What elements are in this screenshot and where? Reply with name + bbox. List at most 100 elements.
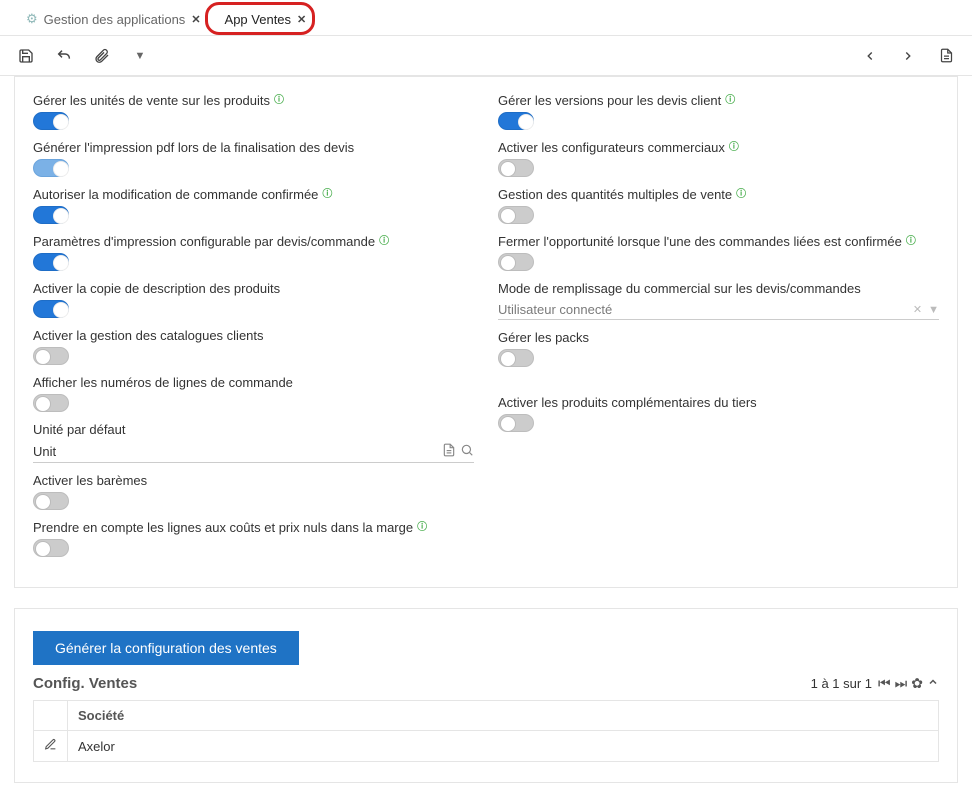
toggle-switch[interactable] [498, 112, 534, 130]
setting-field: Générer l'impression pdf lors de la fina… [33, 140, 474, 177]
settings-panel: Gérer les unités de vente sur les produi… [14, 76, 958, 588]
setting-label: Gestion des quantités multiples de vente… [498, 187, 939, 202]
content-area: Gérer les unités de vente sur les produi… [14, 76, 958, 806]
toggle-switch[interactable] [33, 300, 69, 318]
setting-field: Gérer les versions pour les devis client… [498, 93, 939, 130]
pager-last-icon[interactable]: ⏭ [895, 675, 908, 692]
pager-first-icon[interactable]: ⏮ [878, 675, 891, 692]
setting-label: Unité par défaut [33, 422, 474, 437]
tab-app-ventes[interactable]: App Ventes ✕ [213, 4, 319, 35]
info-icon[interactable]: ⓘ [322, 190, 332, 200]
setting-label: Afficher les numéros de lignes de comman… [33, 375, 474, 390]
toggle-switch[interactable] [33, 253, 69, 271]
tab-label: App Ventes [225, 12, 292, 27]
tab-label: Gestion des applications [44, 12, 186, 27]
caret-down-icon[interactable]: ▼ [928, 304, 939, 316]
undo-icon[interactable] [52, 44, 76, 68]
info-icon[interactable]: ⓘ [274, 96, 284, 106]
toggle-switch[interactable] [33, 539, 69, 557]
toggle-switch[interactable] [33, 492, 69, 510]
clear-icon[interactable]: ✕ [913, 303, 922, 316]
toggle-switch[interactable] [33, 394, 69, 412]
text-input-row [33, 441, 474, 463]
setting-label: Fermer l'opportunité lorsque l'une des c… [498, 234, 939, 249]
toolbar-right [858, 44, 958, 68]
setting-field: Activer la copie de description des prod… [33, 281, 474, 318]
info-icon[interactable]: ⓘ [906, 237, 916, 247]
setting-field: Activer les produits complémentaires du … [498, 395, 939, 432]
setting-field: Gérer les unités de vente sur les produi… [33, 93, 474, 130]
text-input[interactable] [33, 444, 442, 459]
toggle-switch[interactable] [498, 414, 534, 432]
settings-column-left: Gérer les unités de vente sur les produi… [33, 93, 474, 567]
setting-label: Autoriser la modification de commande co… [33, 187, 474, 202]
pager-text: 1 à 1 sur 1 [811, 676, 872, 691]
setting-field: Activer les configurateurs commerciauxⓘ [498, 140, 939, 177]
section-title: Config. Ventes [33, 675, 811, 692]
info-icon[interactable]: ⓘ [379, 237, 389, 247]
tab-bar: ⚙ Gestion des applications ✕ App Ventes … [0, 0, 972, 36]
setting-label: Paramètres d'impression configurable par… [33, 234, 474, 249]
generate-config-button[interactable]: Générer la configuration des ventes [33, 631, 299, 665]
toggle-switch[interactable] [33, 206, 69, 224]
gear-icon[interactable]: ✿ [911, 675, 923, 692]
toolbar-left: ▼ [14, 44, 152, 68]
setting-label: Activer les barèmes [33, 473, 474, 488]
gear-icon: ⚙ [26, 11, 38, 27]
prev-icon[interactable] [858, 44, 882, 68]
setting-label: Gérer les versions pour les devis client… [498, 93, 939, 108]
search-icon[interactable] [460, 443, 474, 460]
toggle-switch[interactable] [33, 347, 69, 365]
setting-field: Paramètres d'impression configurable par… [33, 234, 474, 271]
toolbar: ▼ [0, 36, 972, 76]
info-icon[interactable]: ⓘ [736, 190, 746, 200]
setting-field: Prendre en compte les lignes aux coûts e… [33, 520, 474, 557]
setting-field: Autoriser la modification de commande co… [33, 187, 474, 224]
info-icon[interactable]: ⓘ [729, 143, 739, 153]
save-icon[interactable] [14, 44, 38, 68]
attachment-icon[interactable] [90, 44, 114, 68]
setting-field: Activer les barèmes [33, 473, 474, 510]
column-header-action [34, 701, 68, 731]
toggle-switch[interactable] [498, 206, 534, 224]
select-input[interactable]: Utilisateur connecté✕▼ [498, 300, 939, 320]
info-icon[interactable]: ⓘ [417, 523, 427, 533]
settings-column-right: Gérer les versions pour les devis client… [498, 93, 939, 567]
setting-field: Fermer l'opportunité lorsque l'une des c… [498, 234, 939, 271]
setting-label: Gérer les packs [498, 330, 939, 345]
toggle-switch[interactable] [498, 159, 534, 177]
pager: 1 à 1 sur 1 ⏮ ⏭ ✿ [811, 675, 939, 692]
setting-label: Générer l'impression pdf lors de la fina… [33, 140, 474, 155]
table-row[interactable]: Axelor [34, 731, 939, 762]
config-panel: Générer la configuration des ventes Conf… [14, 608, 958, 783]
setting-field: Activer la gestion des catalogues client… [33, 328, 474, 365]
section-header: Config. Ventes 1 à 1 sur 1 ⏮ ⏭ ✿ [33, 675, 939, 692]
toggle-switch[interactable] [498, 349, 534, 367]
setting-label: Prendre en compte les lignes aux coûts e… [33, 520, 474, 535]
collapse-icon[interactable] [927, 675, 939, 692]
column-header-societe: Société [68, 701, 939, 731]
setting-label: Gérer les unités de vente sur les produi… [33, 93, 474, 108]
setting-field: Afficher les numéros de lignes de comman… [33, 375, 474, 412]
toggle-switch[interactable] [33, 112, 69, 130]
setting-label: Activer les configurateurs commerciauxⓘ [498, 140, 939, 155]
setting-field: Gérer les packs [498, 330, 939, 367]
edit-icon[interactable] [34, 731, 68, 762]
setting-label: Activer la copie de description des prod… [33, 281, 474, 296]
info-icon[interactable]: ⓘ [725, 96, 735, 106]
setting-field: Mode de remplissage du commercial sur le… [498, 281, 939, 320]
document-icon[interactable] [442, 443, 456, 460]
setting-field: Gestion des quantités multiples de vente… [498, 187, 939, 224]
next-icon[interactable] [896, 44, 920, 68]
setting-label: Mode de remplissage du commercial sur le… [498, 281, 939, 296]
toggle-switch[interactable] [498, 253, 534, 271]
caret-down-icon[interactable]: ▼ [128, 44, 152, 68]
setting-label: Activer la gestion des catalogues client… [33, 328, 474, 343]
document-icon[interactable] [934, 44, 958, 68]
close-icon[interactable]: ✕ [297, 13, 306, 26]
close-icon[interactable]: ✕ [191, 13, 200, 26]
toggle-switch[interactable] [33, 159, 69, 177]
config-table: Société Axelor [33, 700, 939, 762]
tab-app-management[interactable]: ⚙ Gestion des applications ✕ [14, 3, 213, 35]
setting-field: Unité par défaut [33, 422, 474, 463]
